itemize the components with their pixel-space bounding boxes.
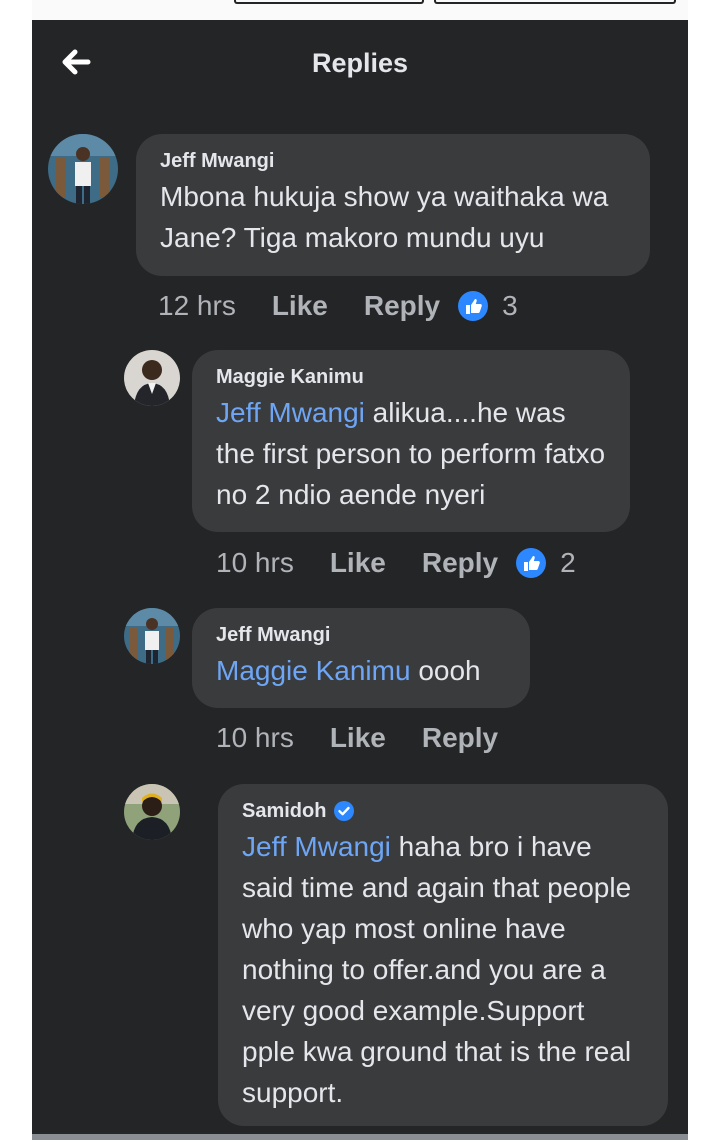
comment-actions: 10 hrs Like Reply [216, 722, 516, 754]
comment-text: Mbona hukuja show ya waithaka wa Jane? T… [160, 181, 609, 253]
comment-bubble[interactable]: Maggie Kanimu Jeff Mwangi alikua....he w… [192, 350, 630, 532]
replies-screen: Replies Jeff Mwangi Mbona hukuja show ya… [32, 0, 688, 1140]
bottom-divider [32, 1134, 688, 1140]
mention-link[interactable]: Maggie Kanimu [216, 655, 411, 686]
comment-bubble[interactable]: Jeff Mwangi Maggie Kanimu oooh [192, 608, 530, 708]
reaction-count[interactable]: 2 [560, 547, 576, 579]
avatar[interactable] [48, 134, 118, 204]
mention-link[interactable]: Jeff Mwangi [216, 397, 365, 428]
comment-bubble[interactable]: Jeff Mwangi Mbona hukuja show ya waithak… [136, 134, 650, 276]
comment-time: 10 hrs [216, 547, 294, 578]
mention-link[interactable]: Jeff Mwangi [242, 831, 391, 862]
like-button[interactable]: Like [330, 547, 386, 579]
comment-actions: 10 hrs Like Reply 2 [216, 547, 576, 579]
verified-badge-icon [334, 801, 355, 821]
reply-button[interactable]: Reply [364, 290, 440, 322]
page-title: Replies [311, 48, 409, 78]
comment-author[interactable]: Jeff Mwangi [160, 146, 626, 176]
avatar-photo-icon [48, 134, 118, 204]
comment-bubble[interactable]: Samidoh Jeff Mwangi haha bro i have said… [218, 784, 668, 1126]
top-tab-outline [434, 0, 676, 4]
avatar-photo-icon [124, 608, 180, 664]
like-button[interactable]: Like [330, 722, 386, 754]
avatar-photo-icon [124, 350, 180, 406]
header: Replies [32, 20, 688, 110]
avatar[interactable] [124, 350, 180, 406]
comment-author[interactable]: Samidoh [242, 796, 326, 826]
reply-button[interactable]: Reply [422, 547, 498, 579]
comment-text: Jeff Mwangi alikua....he was the first p… [216, 397, 606, 510]
comment-author[interactable]: Maggie Kanimu [216, 362, 606, 392]
like-reaction-icon [458, 291, 489, 321]
comment-time: 10 hrs [216, 722, 294, 753]
top-tab-outline [234, 0, 424, 4]
avatar-photo-icon [124, 784, 180, 840]
reply-button[interactable]: Reply [422, 722, 498, 754]
comment-time: 12 hrs [158, 290, 236, 321]
comment-author-row: Samidoh [242, 796, 644, 826]
comment-actions: 12 hrs Like Reply 3 [158, 290, 518, 322]
like-reaction-icon [516, 548, 547, 578]
reaction-count[interactable]: 3 [502, 290, 518, 322]
comment-text: Maggie Kanimu oooh [216, 655, 481, 686]
avatar[interactable] [124, 608, 180, 664]
top-strip [32, 0, 688, 20]
avatar[interactable] [124, 784, 180, 840]
comment-author[interactable]: Jeff Mwangi [216, 620, 506, 650]
comment-text: Jeff Mwangi haha bro i have said time an… [242, 831, 632, 1108]
like-button[interactable]: Like [272, 290, 328, 322]
